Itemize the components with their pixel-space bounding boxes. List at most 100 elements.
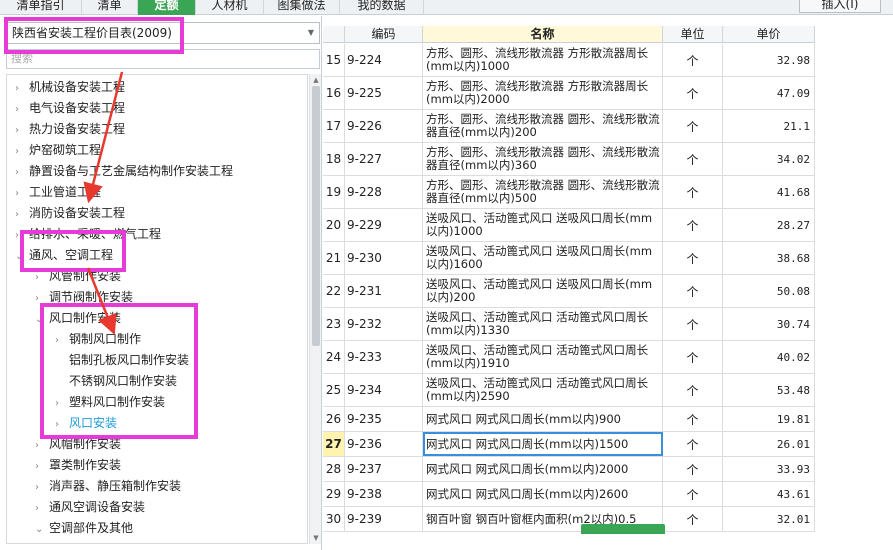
table-row[interactable]: 15 9-224 方形、圆形、流线形散流器 方形散流器周长(mm以内)1000 个 32…: [323, 44, 815, 77]
collapse-caret-icon[interactable]: ›: [55, 394, 69, 414]
row-code[interactable]: 9-237: [345, 457, 423, 481]
row-code[interactable]: 9-230: [345, 242, 423, 274]
row-code[interactable]: 9-228: [345, 176, 423, 208]
tab-my-data[interactable]: 我的数据: [340, 0, 424, 15]
tree-node[interactable]: › 热力设备安装工程: [15, 119, 125, 139]
collapse-caret-icon[interactable]: ›: [15, 226, 29, 246]
tree-scrollbar[interactable]: ▲ ▼: [309, 74, 321, 544]
row-index[interactable]: 19: [323, 176, 345, 208]
tree-node[interactable]: › 给排水、采暖、燃气工程: [15, 224, 161, 244]
row-code[interactable]: 9-235: [345, 407, 423, 431]
tree-node[interactable]: › 静置设备与工艺金属结构制作安装工程: [15, 161, 233, 181]
row-price[interactable]: 40.02: [723, 341, 815, 373]
header-unit[interactable]: 单位: [663, 26, 723, 43]
tab-list[interactable]: 清单: [82, 0, 138, 15]
row-name[interactable]: 送吸风口、活动篦式风口 送吸风口周长(mm以内)1000: [423, 209, 663, 241]
tree-node[interactable]: › 电气设备安装工程: [15, 98, 125, 118]
tree-node[interactable]: › 罩类制作安装: [35, 455, 121, 475]
row-price[interactable]: 26.01: [723, 432, 815, 456]
row-index[interactable]: 22: [323, 275, 345, 307]
search-input[interactable]: 搜索: [6, 49, 320, 69]
table-row[interactable]: 17 9-226 方形、圆形、流线形散流器 圆形、流线形散流器直径(mm以内)200…: [323, 110, 815, 143]
row-name[interactable]: 送吸风口、活动篦式风口 活动篦式风口周长(mm以内)1330: [423, 308, 663, 340]
tree-node[interactable]: 不锈钢风口制作安装: [55, 371, 177, 391]
collapse-caret-icon[interactable]: ›: [15, 121, 29, 141]
row-name[interactable]: 网式风口 网式风口周长(mm以内)2000: [423, 457, 663, 481]
table-row[interactable]: 26 9-235 网式风口 网式风口周长(mm以内)900 个 19.81: [323, 407, 815, 432]
row-code[interactable]: 9-227: [345, 143, 423, 175]
table-row[interactable]: 20 9-229 送吸风口、活动篦式风口 送吸风口周长(mm以内)1000 个 28.2…: [323, 209, 815, 242]
collapse-caret-icon[interactable]: ›: [15, 142, 29, 162]
row-name[interactable]: 送吸风口、活动篦式风口 送吸风口周长(mm以内)200: [423, 275, 663, 307]
row-code[interactable]: 9-229: [345, 209, 423, 241]
table-row[interactable]: 18 9-227 方形、圆形、流线形散流器 圆形、流线形散流器直径(mm以内)360…: [323, 143, 815, 176]
row-unit[interactable]: 个: [663, 242, 723, 274]
row-price[interactable]: 34.02: [723, 143, 815, 175]
row-index[interactable]: 30: [323, 507, 345, 531]
row-unit[interactable]: 个: [663, 308, 723, 340]
row-price[interactable]: 38.68: [723, 242, 815, 274]
row-code[interactable]: 9-239: [345, 507, 423, 531]
library-select[interactable]: 陕西省安装工程价目表(2009) ▼: [6, 22, 320, 44]
row-code[interactable]: 9-231: [345, 275, 423, 307]
row-code[interactable]: 9-233: [345, 341, 423, 373]
collapse-caret-icon[interactable]: ›: [35, 478, 49, 498]
tab-quota[interactable]: 定额: [138, 0, 196, 15]
tree-node[interactable]: › 钢制风口制作: [55, 329, 141, 349]
expand-caret-icon[interactable]: ⌄: [35, 520, 49, 540]
row-code[interactable]: 9-232: [345, 308, 423, 340]
row-code[interactable]: 9-225: [345, 77, 423, 109]
row-unit[interactable]: 个: [663, 110, 723, 142]
row-price[interactable]: 50.08: [723, 275, 815, 307]
tab-labor-material-machine[interactable]: 人材机: [196, 0, 264, 15]
tree-node[interactable]: › 风口安装: [55, 413, 117, 433]
tree-node[interactable]: › 风帽制作安装: [35, 434, 121, 454]
row-index[interactable]: 24: [323, 341, 345, 373]
row-price[interactable]: 43.61: [723, 482, 815, 506]
row-index[interactable]: 15: [323, 44, 345, 76]
tree-node[interactable]: 铝制孔板风口制作安装: [55, 350, 189, 370]
scroll-thumb[interactable]: [312, 86, 320, 346]
row-unit[interactable]: 个: [663, 44, 723, 76]
collapse-caret-icon[interactable]: ›: [15, 100, 29, 120]
row-index[interactable]: 17: [323, 110, 345, 142]
row-price[interactable]: 33.93: [723, 457, 815, 481]
row-unit[interactable]: 个: [663, 482, 723, 506]
table-row[interactable]: 21 9-230 送吸风口、活动篦式风口 送吸风口周长(mm以内)1600 个 38.6…: [323, 242, 815, 275]
scroll-up-icon[interactable]: ▲: [310, 74, 322, 86]
collapse-caret-icon[interactable]: ›: [35, 436, 49, 456]
table-row[interactable]: 24 9-233 送吸风口、活动篦式风口 活动篦式风口周长(mm以内)1910 个 40…: [323, 341, 815, 374]
tree-node[interactable]: › 炉窑砌筑工程: [15, 140, 101, 160]
chevron-down-icon[interactable]: ▼: [308, 23, 314, 43]
row-name[interactable]: 方形、圆形、流线形散流器 方形散流器周长(mm以内)1000: [423, 44, 663, 76]
row-index[interactable]: 21: [323, 242, 345, 274]
row-name[interactable]: 方形、圆形、流线形散流器 圆形、流线形散流器直径(mm以内)200: [423, 110, 663, 142]
collapse-caret-icon[interactable]: ›: [15, 205, 29, 225]
tree-node[interactable]: › 工业管道工程: [15, 182, 101, 202]
tree-node[interactable]: › 调节阀制作安装: [35, 287, 133, 307]
table-row[interactable]: 16 9-225 方形、圆形、流线形散流器 方形散流器周长(mm以内)2000 个 47…: [323, 77, 815, 110]
collapse-caret-icon[interactable]: ›: [55, 331, 69, 351]
row-price[interactable]: 28.27: [723, 209, 815, 241]
row-unit[interactable]: 个: [663, 457, 723, 481]
row-unit[interactable]: 个: [663, 209, 723, 241]
row-name[interactable]: 送吸风口、活动篦式风口 活动篦式风口周长(mm以内)1910: [423, 341, 663, 373]
row-index[interactable]: 18: [323, 143, 345, 175]
row-unit[interactable]: 个: [663, 341, 723, 373]
tab-list-guide[interactable]: 清单指引: [0, 0, 82, 15]
row-name[interactable]: 送吸风口、活动篦式风口 送吸风口周长(mm以内)1600: [423, 242, 663, 274]
tree-node[interactable]: ⌄ 通风、空调工程: [15, 245, 113, 265]
row-unit[interactable]: 个: [663, 176, 723, 208]
expand-caret-icon[interactable]: ⌄: [15, 247, 29, 267]
row-price[interactable]: 19.81: [723, 407, 815, 431]
tree-node[interactable]: ⌄ 空调部件及其他: [35, 518, 133, 538]
header-price[interactable]: 单价: [723, 26, 815, 43]
tree-node[interactable]: › 消防设备安装工程: [15, 203, 125, 223]
row-name[interactable]: 送吸风口、活动篦式风口 活动篦式风口周长(mm以内)2590: [423, 374, 663, 406]
row-name[interactable]: 方形、圆形、流线形散流器 圆形、流线形散流器直径(mm以内)500: [423, 176, 663, 208]
tree-node[interactable]: › 塑料风口制作安装: [55, 392, 165, 412]
collapse-caret-icon[interactable]: ›: [35, 499, 49, 519]
collapse-caret-icon[interactable]: ›: [15, 184, 29, 204]
row-price[interactable]: 30.74: [723, 308, 815, 340]
table-row[interactable]: 30 9-239 钢百叶窗 钢百叶窗框内面积(m2以内)0.5 个 32.01: [323, 507, 815, 532]
